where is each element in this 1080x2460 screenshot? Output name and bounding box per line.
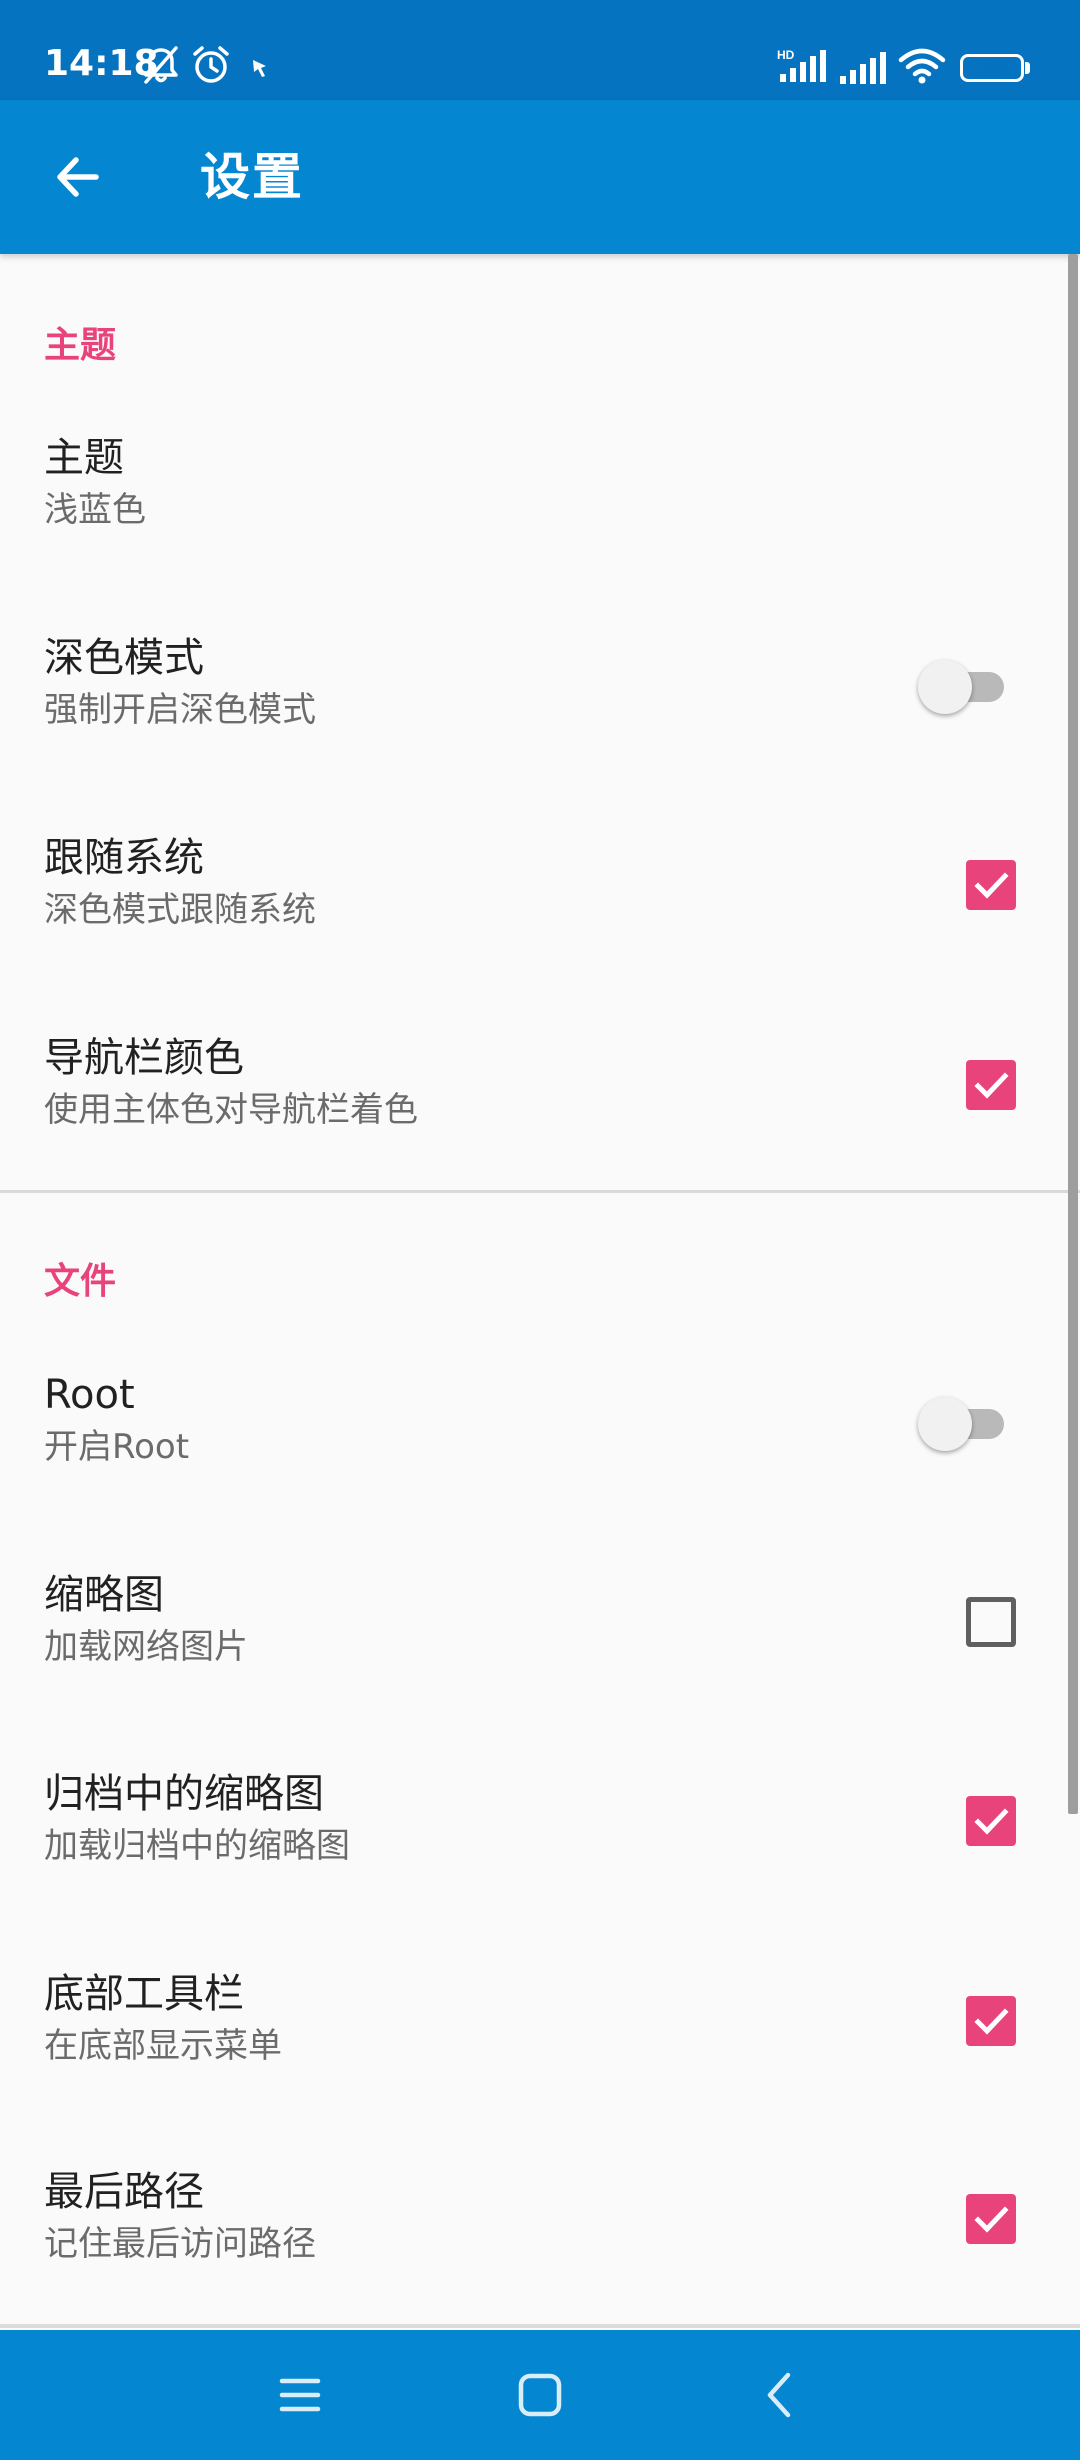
page-title: 设置 xyxy=(200,148,304,206)
battery-tip xyxy=(1025,62,1030,74)
follow-system-checkbox[interactable] xyxy=(966,860,1016,910)
root-switch[interactable] xyxy=(918,1391,1006,1455)
arrow-left-icon xyxy=(57,157,99,197)
check-icon xyxy=(974,1072,1009,1099)
pref-summary: 深色模式跟随系统 xyxy=(44,890,316,930)
pref-summary: 强制开启深色模式 xyxy=(44,690,316,730)
dark-mode-switch[interactable] xyxy=(918,654,1006,718)
archive-thumbnail-checkbox[interactable] xyxy=(966,1796,1016,1846)
pref-title: 主题 xyxy=(44,435,124,481)
switch-thumb xyxy=(918,1397,972,1451)
bottom-divider xyxy=(0,2324,1080,2328)
back-button[interactable] xyxy=(36,135,120,219)
alarm-icon xyxy=(193,46,229,83)
pref-thumbnail[interactable]: 缩略图 加载网络图片 xyxy=(0,1531,1064,1731)
pref-summary: 记住最后访问路径 xyxy=(44,2224,316,2264)
pref-title: 导航栏颜色 xyxy=(44,1035,244,1081)
signal-icon xyxy=(840,52,886,84)
status-bar: 14:18 HD 85 xyxy=(0,0,1080,100)
pref-nav-bar-color[interactable]: 导航栏颜色 使用主体色对导航栏着色 xyxy=(0,994,1064,1194)
pref-title: 归档中的缩略图 xyxy=(44,1771,324,1817)
app-bar: 设置 xyxy=(0,100,1080,254)
battery-level-text: 85 xyxy=(978,56,1006,80)
check-icon xyxy=(974,1808,1009,1835)
pref-summary: 开启Root xyxy=(44,1427,190,1467)
svg-text:HD: HD xyxy=(777,48,795,62)
pref-title: Root xyxy=(44,1372,135,1418)
pref-title: 底部工具栏 xyxy=(44,1971,244,2017)
menu-icon xyxy=(279,2378,321,2412)
wifi-icon xyxy=(898,48,946,84)
back-icon xyxy=(767,2372,791,2418)
bottom-toolbar-checkbox[interactable] xyxy=(966,1996,1016,2046)
nav-back-button[interactable] xyxy=(740,2355,820,2435)
system-nav-bar xyxy=(0,2330,1080,2460)
scrollbar[interactable] xyxy=(1068,254,1078,1814)
pref-theme[interactable]: 主题 浅蓝色 xyxy=(0,394,1064,594)
pref-title: 深色模式 xyxy=(44,635,204,681)
pref-summary: 加载归档中的缩略图 xyxy=(44,1826,350,1866)
section-divider xyxy=(0,1190,1080,1193)
settings-list[interactable]: 主题 主题 浅蓝色 深色模式 强制开启深色模式 跟随系统 深色模式跟随系统 导航… xyxy=(0,254,1080,2330)
pref-title: 缩略图 xyxy=(44,1572,164,1618)
check-icon xyxy=(974,872,1009,899)
nav-bar-color-checkbox[interactable] xyxy=(966,1060,1016,1110)
notification-app-icon xyxy=(253,60,266,77)
thumbnail-checkbox[interactable] xyxy=(966,1597,1016,1647)
pref-summary: 加载网络图片 xyxy=(44,1627,248,1667)
section-header-files: 文件 xyxy=(44,1261,117,1302)
check-icon xyxy=(974,2008,1009,2035)
pref-dark-mode[interactable]: 深色模式 强制开启深色模式 xyxy=(0,594,1064,794)
home-icon xyxy=(518,2373,562,2417)
switch-thumb xyxy=(918,660,972,714)
last-path-checkbox[interactable] xyxy=(966,2194,1016,2244)
mute-icon xyxy=(144,46,178,84)
pref-summary: 浅蓝色 xyxy=(44,490,146,530)
battery-icon: 85 xyxy=(960,54,1024,82)
pref-root[interactable]: Root 开启Root xyxy=(0,1331,1064,1531)
section-header-theme: 主题 xyxy=(44,325,117,366)
nav-menu-button[interactable] xyxy=(260,2355,340,2435)
pref-summary: 在底部显示菜单 xyxy=(44,2026,282,2066)
pref-last-path[interactable]: 最后路径 记住最后访问路径 xyxy=(0,2128,1064,2328)
check-icon xyxy=(974,2206,1009,2233)
hd-signal-icon: HD xyxy=(777,48,826,82)
pref-title: 跟随系统 xyxy=(44,835,204,881)
pref-title: 最后路径 xyxy=(44,2169,204,2215)
pref-bottom-toolbar[interactable]: 底部工具栏 在底部显示菜单 xyxy=(0,1930,1064,2130)
nav-home-button[interactable] xyxy=(500,2355,580,2435)
pref-summary: 使用主体色对导航栏着色 xyxy=(44,1090,418,1130)
pref-archive-thumbnail[interactable]: 归档中的缩略图 加载归档中的缩略图 xyxy=(0,1730,1064,1930)
pref-follow-system[interactable]: 跟随系统 深色模式跟随系统 xyxy=(0,794,1064,994)
